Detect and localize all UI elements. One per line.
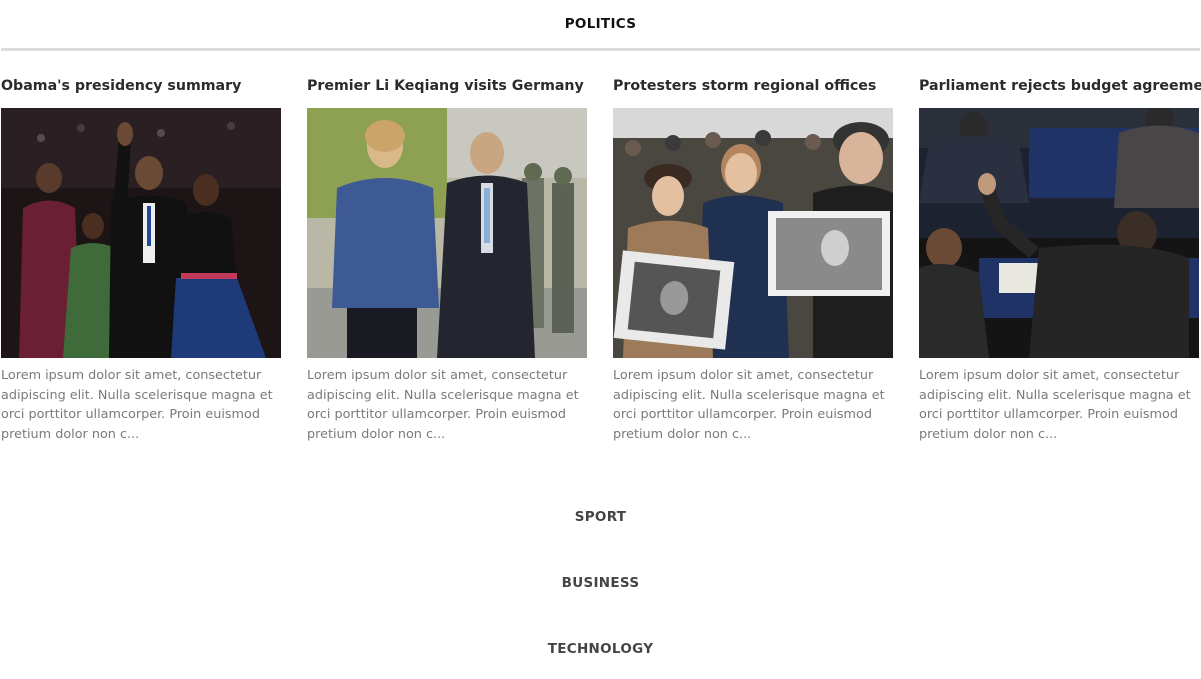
article-excerpt: Lorem ipsum dolor sit amet, consectetur …: [1, 368, 273, 442]
article-excerpt: Lorem ipsum dolor sit amet, consectetur …: [919, 368, 1191, 442]
article-title[interactable]: Parliament rejects budget agreement: [919, 71, 1201, 99]
article-title[interactable]: Obama's presidency summary: [1, 71, 282, 99]
section-label-politics: POLITICS: [564, 16, 637, 32]
section-label-sport: SPORT: [574, 509, 627, 525]
article-card: Premier Li Keqiang visits Germany Lorem …: [307, 71, 588, 444]
article-card: Protesters storm regional offices Lorem …: [613, 71, 894, 444]
article-grid: Obama's presidency summary Lorem ipsum d…: [0, 51, 1201, 471]
section-label-business: BUSINESS: [561, 575, 640, 591]
article-card: Parliament rejects budget agreement Lore…: [919, 71, 1201, 444]
article-title[interactable]: Premier Li Keqiang visits Germany: [307, 71, 588, 99]
article-title[interactable]: Protesters storm regional offices: [613, 71, 894, 99]
section-label-technology: TECHNOLOGY: [547, 641, 654, 657]
section-heading-politics[interactable]: POLITICS: [0, 0, 1201, 48]
article-photo[interactable]: [1, 108, 281, 358]
article-photo[interactable]: [307, 108, 587, 358]
article-photo[interactable]: [919, 108, 1199, 358]
section-heading-technology[interactable]: TECHNOLOGY: [0, 641, 1201, 657]
article-excerpt: Lorem ipsum dolor sit amet, consectetur …: [613, 368, 885, 442]
section-heading-sport[interactable]: SPORT: [0, 509, 1201, 525]
section-heading-business[interactable]: BUSINESS: [0, 575, 1201, 591]
article-excerpt: Lorem ipsum dolor sit amet, consectetur …: [307, 368, 579, 442]
article-photo[interactable]: [613, 108, 893, 358]
article-card: Obama's presidency summary Lorem ipsum d…: [1, 71, 282, 444]
